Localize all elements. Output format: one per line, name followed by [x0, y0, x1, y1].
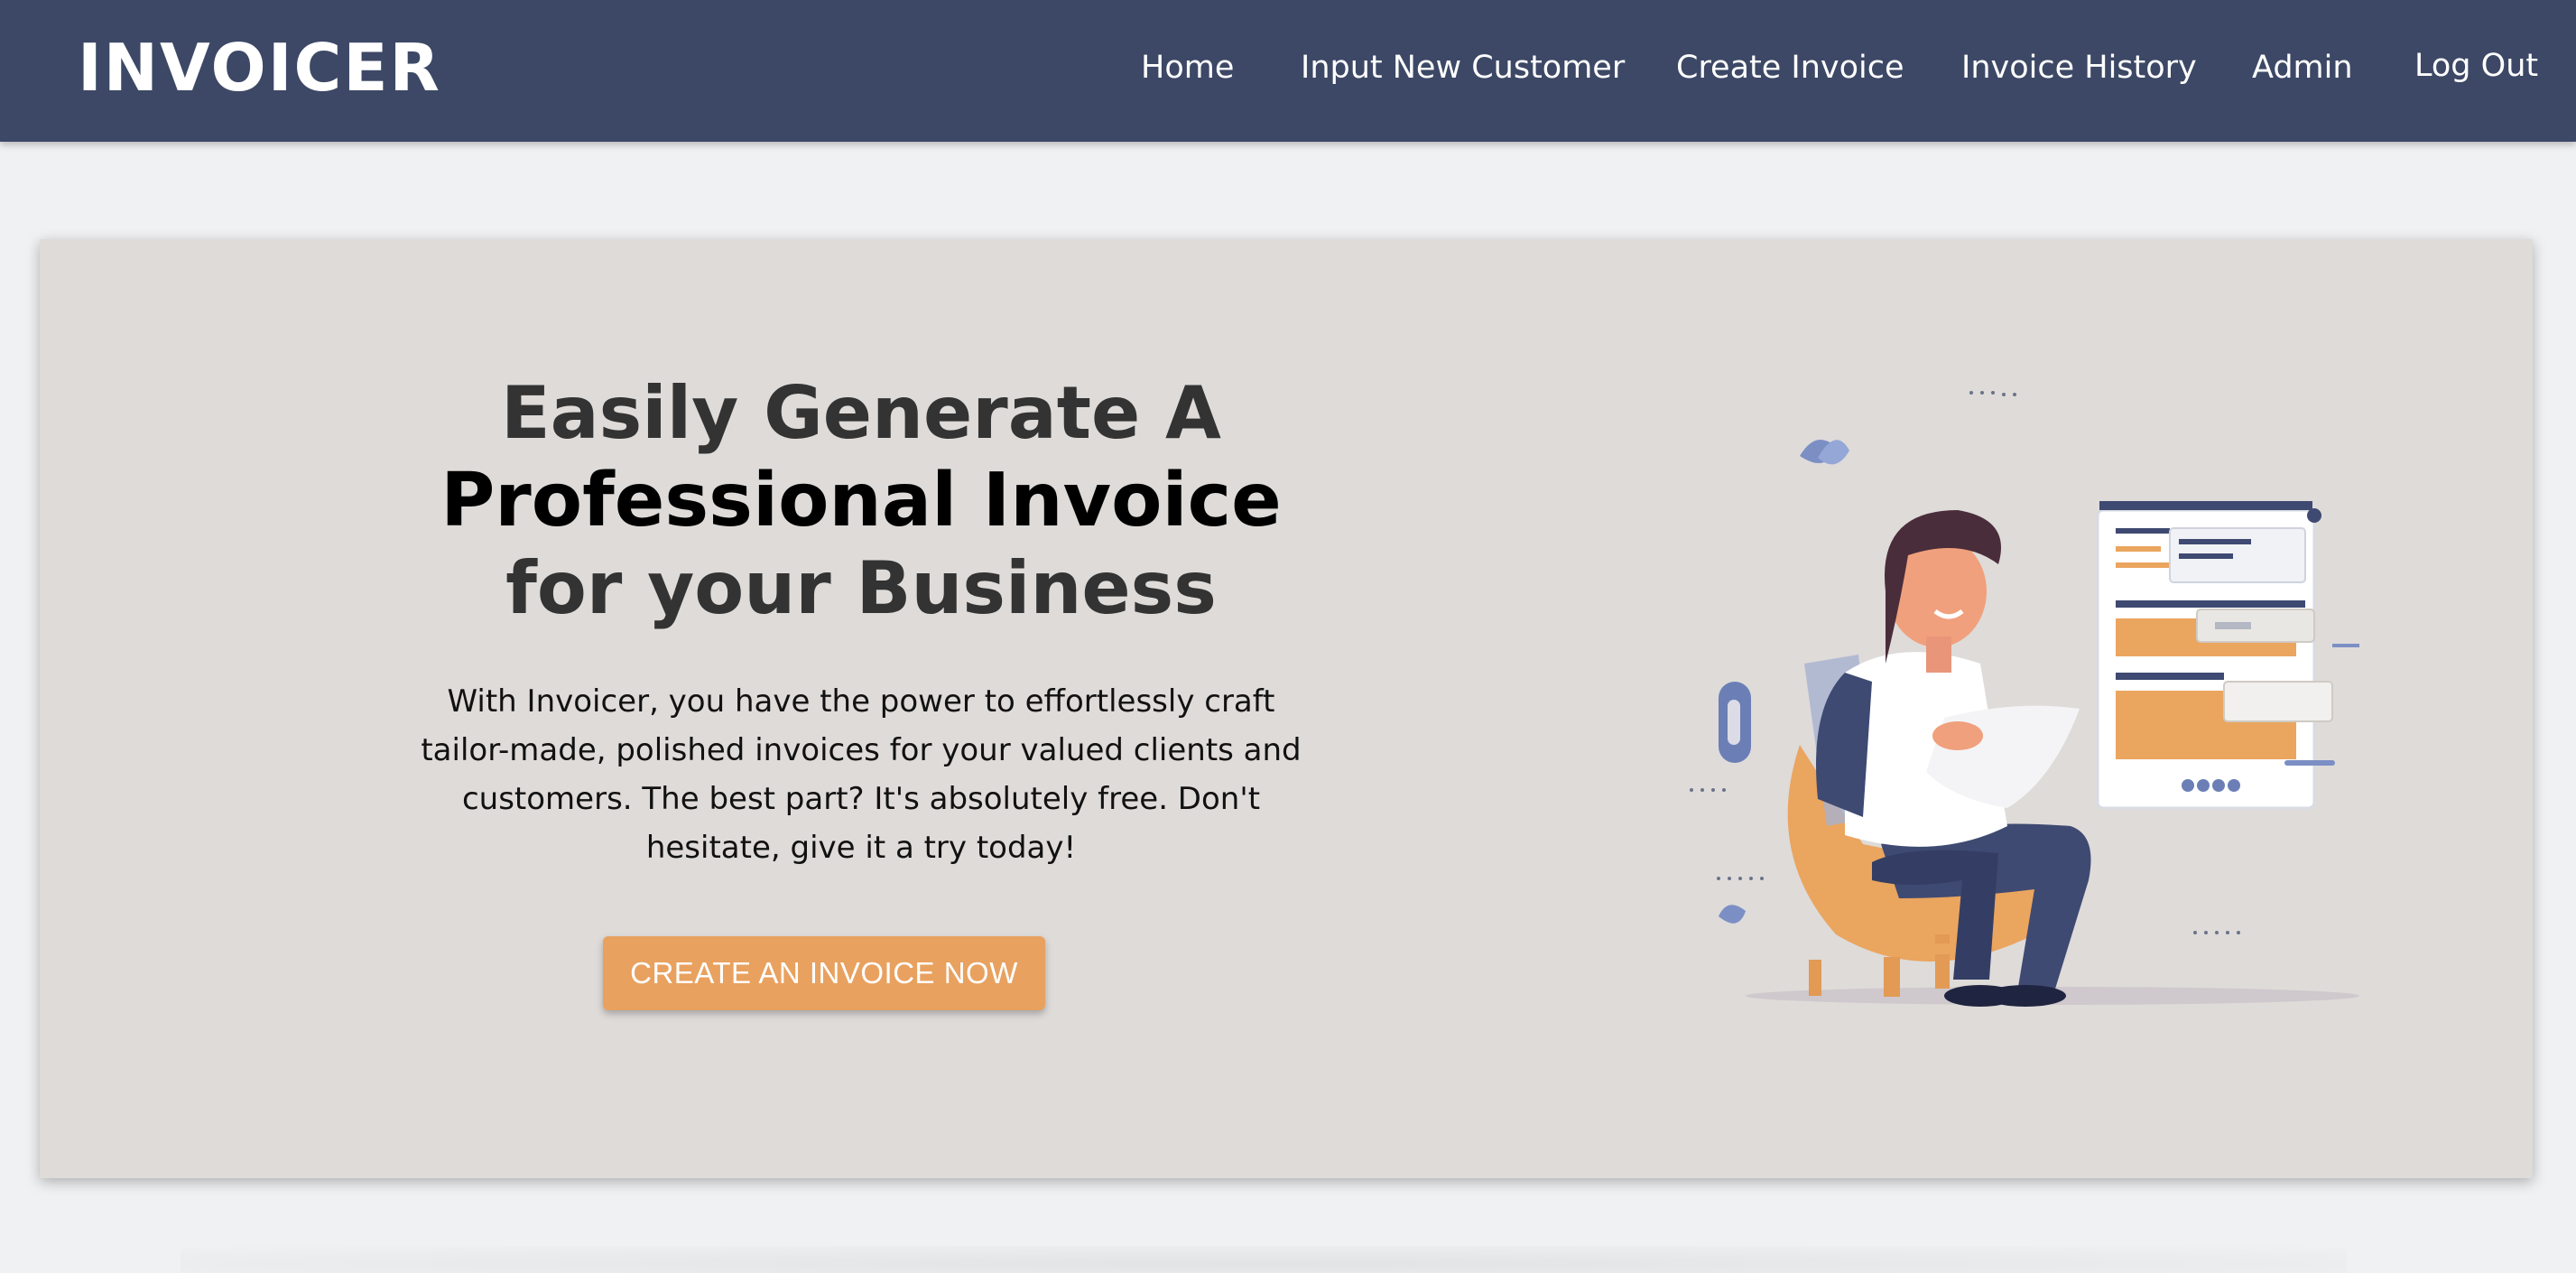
nav-link-invoice-history[interactable]: Invoice History [1961, 47, 2197, 88]
person-reviewing-invoice-illustration [1690, 391, 2359, 1007]
create-invoice-now-button[interactable]: CREATE AN INVOICE NOW [603, 936, 1045, 1010]
headline-line-1: Easily Generate A [501, 371, 1221, 455]
hero-banner: Easily Generate A Professional Invoice f… [40, 239, 2533, 1178]
page-bottom-shadow [181, 1246, 2347, 1273]
top-navbar: INVOICER Home Input New Customer Create … [0, 0, 2576, 142]
nav-link-admin[interactable]: Admin [2252, 47, 2353, 88]
headline-line-3: for your Business [505, 546, 1217, 630]
hero-headline: Easily Generate A Professional Invoice f… [365, 370, 1357, 632]
brand-logo[interactable]: INVOICER [78, 33, 441, 103]
hero-description: With Invoicer, you have the power to eff… [421, 683, 1302, 866]
nav-link-log-out[interactable]: Log Out [2414, 45, 2538, 87]
hero-text-block: Easily Generate A Professional Invoice f… [365, 370, 1357, 872]
nav-link-create-invoice[interactable]: Create Invoice [1676, 47, 1904, 88]
nav-link-input-new-customer[interactable]: Input New Customer [1301, 47, 1625, 88]
nav-link-home[interactable]: Home [1141, 47, 1234, 88]
headline-line-2: Professional Invoice [440, 458, 1282, 544]
